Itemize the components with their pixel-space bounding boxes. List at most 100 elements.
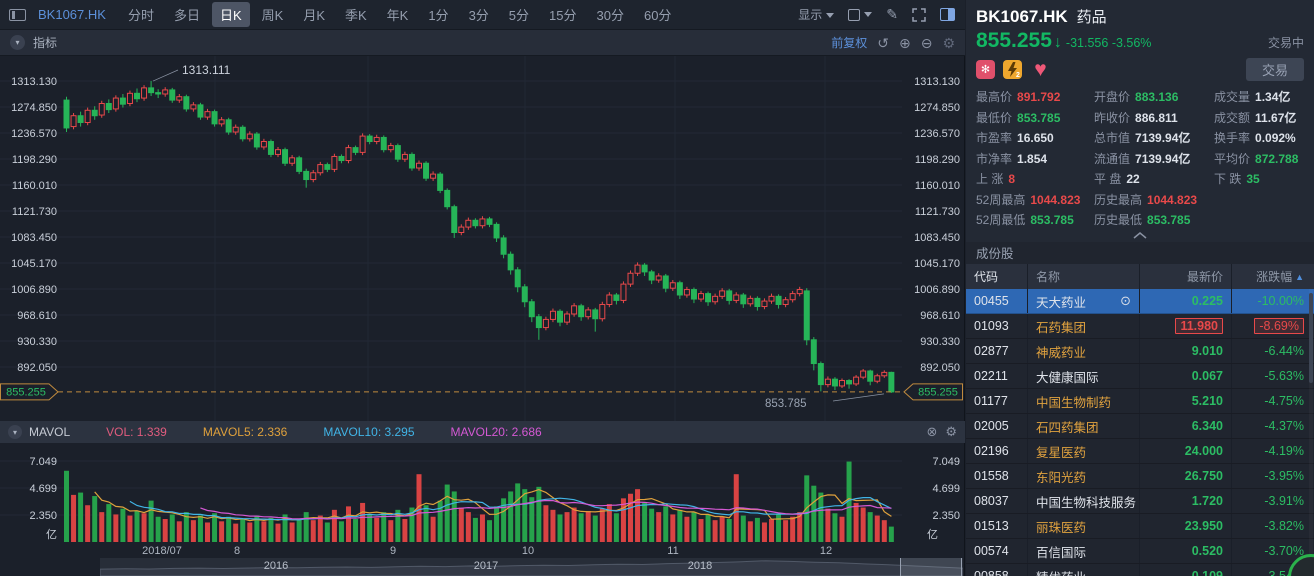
close-indicator-icon[interactable]: ⊗ [926,424,937,440]
svg-text:1236.570: 1236.570 [11,128,57,140]
cell-change: -3.91% [1232,489,1312,513]
table-row[interactable]: 00858精优药业0.109-3.54% [966,564,1314,576]
table-row[interactable]: 02196复星医药24.000-4.19% [966,439,1314,464]
table-row[interactable]: 00455天大药业⊙0.225-10.00% [966,289,1314,314]
volume-chart[interactable]: 7.0497.0494.6994.6992.3502.350亿亿 [0,443,965,545]
stat-item: 市盈率16.650 [976,129,1094,146]
trade-button[interactable]: 交易 [1246,58,1304,81]
cell-price: 0.520 [1140,539,1232,563]
eye-icon[interactable]: ⊙ [1120,293,1131,309]
cell-name: 中国生物科技服务 [1028,489,1140,513]
period-tab[interactable]: 日K [212,2,250,27]
cell-name: 石药集团 [1028,314,1140,338]
table-row[interactable]: 01093石药集团11.980-8.69% [966,314,1314,339]
mavol-dropdown-icon[interactable]: ▾ [8,425,22,439]
table-row[interactable]: 02005石四药集团6.340-4.37% [966,414,1314,439]
stat-item: 52周最高1044.823 [976,191,1094,208]
stock-price: 0.109 [1192,569,1223,576]
period-tab[interactable]: 15分 [541,2,584,27]
table-row[interactable]: 08037中国生物科技服务1.720-3.91% [966,489,1314,514]
stat-empty [1214,211,1314,228]
chart-panel: BK1067.HK 分时多日日K周K月K季K年K1分3分5分15分30分60分 … [0,0,965,576]
sort-asc-icon: ▲ [1295,272,1304,282]
collapse-stats-button[interactable] [966,228,1314,242]
svg-text:855.255: 855.255 [6,386,46,398]
table-row[interactable]: 00574百信国际0.520-3.70% [966,539,1314,564]
chart-toolbar: BK1067.HK 分时多日日K周K月K季K年K1分3分5分15分30分60分 … [0,0,965,30]
panel-toggle-icon[interactable] [940,8,955,21]
undo-icon[interactable]: ↺ [877,36,889,50]
stock-price: 6.340 [1192,419,1223,433]
stock-change-pct: -8.69% [1254,318,1304,334]
table-row[interactable]: 02211大健康国际0.067-5.63% [966,364,1314,389]
cell-code: 01558 [966,464,1028,488]
column-header-change[interactable]: 涨跌幅▲ [1232,264,1312,289]
period-tab[interactable]: 季K [337,2,375,27]
stock-code-title: BK1067.HK [976,7,1068,27]
svg-text:930.330: 930.330 [17,336,57,348]
period-tab[interactable]: 周K [254,2,292,27]
column-header-price[interactable]: 最新价 [1140,264,1232,289]
chart-navigator[interactable]: 201620172018 [100,558,963,576]
column-header-code[interactable]: 代码 [966,264,1028,289]
table-scrollbar[interactable] [1309,289,1313,576]
navigator-window[interactable] [900,558,962,576]
svg-text:855.255: 855.255 [918,386,958,398]
stock-name: 中国生物制药 [1036,392,1111,411]
svg-text:1121.730: 1121.730 [12,206,57,218]
period-tab[interactable]: 年K [379,2,417,27]
display-label: 显示 [798,8,822,22]
cell-change: -4.75% [1232,389,1312,413]
draw-tool-icon[interactable]: ✎ [886,6,898,23]
cell-name: 大健康国际 [1028,364,1140,388]
stock-name: 石药集团 [1036,317,1086,336]
table-row[interactable]: 01513丽珠医药23.950-3.82% [966,514,1314,539]
period-tab[interactable]: 月K [295,2,333,27]
zoom-out-icon[interactable]: ⊖ [921,36,933,50]
forward-adjust-button[interactable]: 前复权 [831,34,867,51]
table-row[interactable]: 02877神威药业9.010-6.44% [966,339,1314,364]
svg-text:1045.170: 1045.170 [11,258,57,270]
svg-text:7.049: 7.049 [29,456,57,468]
display-dropdown[interactable]: 显示 [798,6,834,23]
cell-price: 23.950 [1140,514,1232,538]
stock-change-pct: -3.91% [1264,494,1304,508]
cell-code: 01177 [966,389,1028,413]
chart-style-dropdown[interactable] [848,9,872,21]
chart-settings-icon[interactable]: ⚙ [942,36,955,50]
table-row[interactable]: 01558东阳光药26.750-3.95% [966,464,1314,489]
table-row[interactable]: 01177中国生物制药5.210-4.75% [966,389,1314,414]
stock-name: 丽珠医药 [1036,517,1086,536]
period-tab[interactable]: 60分 [636,2,679,27]
candlestick-chart[interactable]: 1313.1301313.1301274.8501274.8501236.570… [0,56,965,421]
zoom-in-icon[interactable]: ⊕ [899,36,911,50]
constituents-table-header: 代码 名称 最新价 涨跌幅▲ [966,264,1314,289]
navigator-year-label: 2016 [264,560,288,572]
period-tab[interactable]: 分时 [120,2,162,27]
price-change: -31.556 -3.56% [1066,36,1152,50]
cell-price: 0.225 [1140,289,1232,313]
svg-text:2: 2 [1016,72,1020,79]
favorite-heart-icon[interactable]: ♥ [1030,60,1051,79]
stat-item: 成交量1.34亿 [1214,88,1314,105]
cell-code: 02877 [966,339,1028,363]
period-tab[interactable]: 1分 [420,2,456,27]
layout-icon[interactable] [9,9,26,21]
scrollbar-thumb[interactable] [1309,293,1313,383]
svg-text:1160.010: 1160.010 [915,180,960,192]
period-tab[interactable]: 30分 [589,2,632,27]
column-header-name[interactable]: 名称 [1028,264,1140,289]
symbol-label[interactable]: BK1067.HK [38,7,106,22]
cell-price: 11.980 [1140,314,1232,338]
cell-name: 天大药业⊙ [1028,289,1140,313]
vol-value: VOL: 1.339 [106,425,167,439]
indicator-settings-icon[interactable]: ⚙ [945,424,957,440]
stock-change-pct: -4.19% [1264,444,1304,458]
period-tab[interactable]: 5分 [501,2,537,27]
period-tab[interactable]: 多日 [166,2,208,27]
svg-text:7.049: 7.049 [932,456,960,468]
fullscreen-icon[interactable] [912,8,926,22]
stock-price: 0.520 [1192,544,1223,558]
indicator-dropdown-icon[interactable]: ▾ [10,35,25,50]
period-tab[interactable]: 3分 [461,2,497,27]
